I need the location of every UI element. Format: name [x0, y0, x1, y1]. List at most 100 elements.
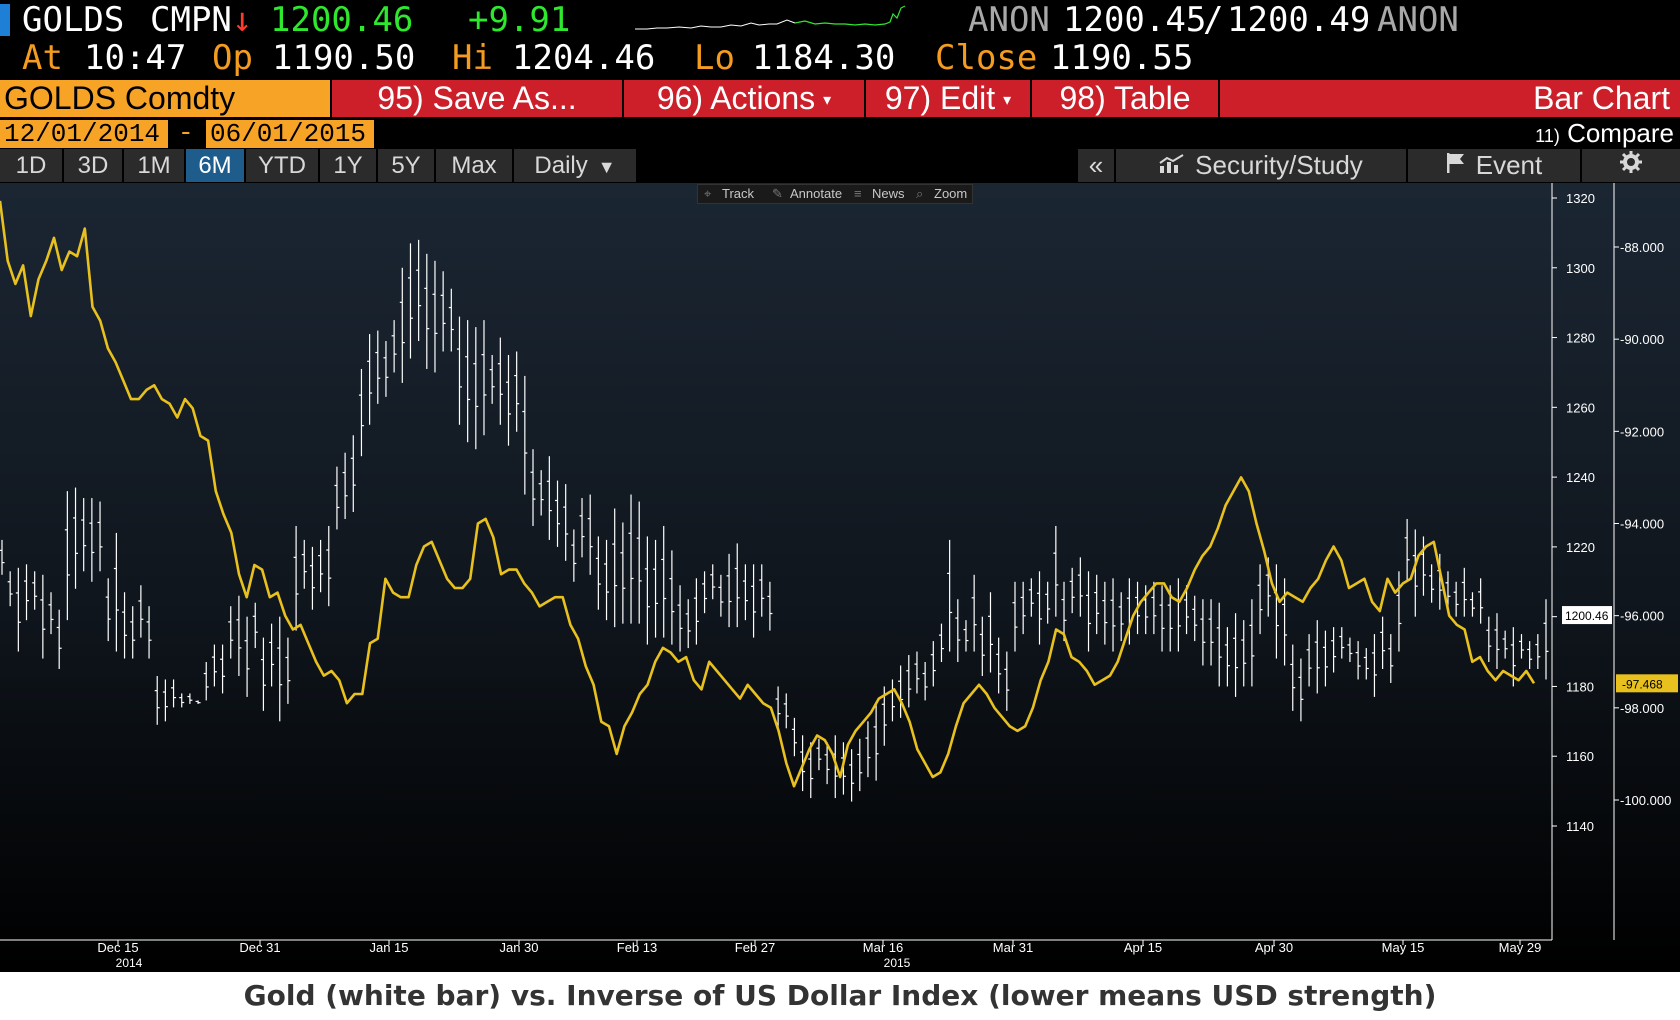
crosshair-icon: ⌖: [704, 186, 712, 201]
bid-price: 1200.45: [1063, 0, 1207, 40]
security-study-label: Security/Study: [1195, 150, 1363, 180]
gold-axis-label: 1140: [1566, 819, 1594, 834]
usd-axis-label: -88.000: [1620, 240, 1664, 255]
table-button[interactable]: 98) Table: [1032, 80, 1218, 117]
close-label: Close: [935, 38, 1038, 78]
chart-caption: Gold (white bar) vs. Inverse of US Dolla…: [0, 972, 1680, 1020]
period-6m[interactable]: 6M: [186, 149, 244, 182]
time-axis-label: May 29: [1499, 940, 1542, 955]
period-1m[interactable]: 1M: [124, 149, 184, 182]
net-change: +9.91: [468, 0, 571, 40]
period-3d[interactable]: 3D: [64, 149, 122, 182]
start-date-field[interactable]: 12/01/2014: [0, 120, 168, 148]
end-date-field[interactable]: 06/01/2015: [206, 120, 374, 148]
collapse-button[interactable]: «: [1078, 149, 1114, 182]
track-button[interactable]: Track: [722, 185, 754, 203]
save-as-button[interactable]: 95) Save As...: [332, 80, 622, 117]
ticker-symbol[interactable]: GOLDS: [22, 0, 124, 40]
date-range-row: 12/01/2014 - 06/01/2015 11) Compare: [0, 118, 1680, 148]
bar-chart-plot[interactable]: 1320130012801260124012201200118011601140…: [0, 183, 1680, 970]
compare-number: 11): [1535, 126, 1560, 146]
news-icon: ≡: [854, 186, 862, 201]
pencil-icon: ✎: [772, 186, 783, 201]
news-button[interactable]: News: [872, 185, 905, 203]
chart-type-title: Bar Chart: [1533, 80, 1670, 116]
security-study-button[interactable]: Security/Study: [1116, 149, 1406, 182]
quote-row-primary: GOLDS CMPN ↓ 1200.46 +9.91 ANON 1200.45 …: [0, 0, 1680, 40]
time-axis-label: Jan 15: [369, 940, 408, 955]
usd-axis-label: -98.000: [1620, 701, 1664, 716]
year-label: 2014: [116, 956, 143, 970]
frequency-dropdown[interactable]: Daily ▼: [514, 149, 636, 182]
chart-mini-toolbar: ⌖ Track ✎ Annotate ≡ News ⌕ Zoom: [697, 184, 973, 204]
divider: [1218, 80, 1220, 117]
table-label: 98) Table: [1059, 80, 1191, 116]
usd-last-marker-label: -97.468: [1622, 677, 1663, 691]
period-max[interactable]: Max: [436, 149, 512, 182]
settings-button[interactable]: [1582, 149, 1680, 182]
time-axis-label: Jan 30: [499, 940, 538, 955]
chevron-down-icon: ▾: [823, 92, 832, 110]
open-price: 1190.50: [272, 38, 416, 78]
compare-button[interactable]: 11) Compare: [1535, 118, 1674, 151]
zoom-button[interactable]: Zoom: [934, 185, 967, 203]
last-price: 1200.46: [270, 0, 414, 40]
compare-label: Compare: [1567, 118, 1674, 148]
security-input[interactable]: GOLDS Comdty: [0, 80, 330, 117]
time-axis-label: Feb 13: [617, 940, 657, 955]
actions-label: 96) Actions: [656, 80, 816, 116]
save-as-label: 95) Save As...: [377, 80, 577, 116]
time-label: At: [22, 38, 63, 78]
period-1y[interactable]: 1Y: [320, 149, 376, 182]
annotate-button[interactable]: Annotate: [790, 185, 842, 203]
edit-menu[interactable]: 97) Edit ▾: [866, 80, 1030, 117]
price-source: CMPN: [150, 0, 232, 40]
time-axis-label: Dec 31: [239, 940, 280, 955]
intraday-sparkline: [635, 5, 906, 30]
security-flag: [0, 4, 10, 36]
last-price-marker-label: 1200.46: [1565, 609, 1609, 623]
usd-axis-label: -92.000: [1620, 424, 1664, 439]
usd-axis-label: -90.000: [1620, 332, 1664, 347]
usd-inverse-line: [0, 200, 1536, 788]
ask-source: ANON: [1377, 0, 1459, 40]
year-label: 2015: [884, 956, 911, 970]
usd-axis-label: -94.000: [1620, 517, 1664, 532]
command-bar: GOLDS Comdty 95) Save As... 96) Actions ▾…: [0, 80, 1680, 117]
time-axis-label: May 15: [1382, 940, 1425, 955]
flag-icon: [1446, 150, 1466, 183]
usd-axis-label: -100.000: [1620, 793, 1671, 808]
usd-inverse-line-layer: [0, 200, 1536, 788]
gold-axis-label: 1280: [1566, 331, 1595, 346]
gold-axis-label: 1240: [1566, 470, 1595, 485]
close-price: 1190.55: [1050, 38, 1194, 78]
low-label: Lo: [694, 38, 735, 78]
zoom-icon: ⌕: [916, 186, 924, 201]
time-axis-label: Mar 16: [863, 940, 903, 955]
chevron-down-icon: ▼: [597, 157, 616, 177]
quote-time: 10:47: [84, 38, 187, 78]
event-label: Event: [1475, 150, 1543, 180]
gear-icon: [1619, 150, 1643, 180]
ask-price: 1200.49: [1227, 0, 1371, 40]
period-ytd[interactable]: YTD: [246, 149, 318, 182]
chevron-down-icon: ▾: [1003, 92, 1012, 110]
actions-menu[interactable]: 96) Actions ▾: [624, 80, 864, 117]
time-axis-label: Apr 30: [1255, 940, 1293, 955]
period-1d[interactable]: 1D: [0, 149, 62, 182]
time-axis-label: Apr 15: [1124, 940, 1162, 955]
gold-axis-label: 1220: [1566, 540, 1595, 555]
period-toolbar: 1D 3D 1M 6M YTD 1Y 5Y Max Daily ▼ « Secur…: [0, 149, 1680, 182]
bid-source: ANON: [968, 0, 1050, 40]
gold-axis-label: 1260: [1566, 400, 1595, 415]
down-arrow-icon: ↓: [232, 0, 253, 40]
frequency-label: Daily: [534, 152, 588, 179]
event-button[interactable]: Event: [1408, 149, 1580, 182]
period-5y[interactable]: 5Y: [378, 149, 434, 182]
chart-area[interactable]: 1320130012801260124012201200118011601140…: [0, 183, 1680, 970]
bid-ask-separator: /: [1203, 0, 1224, 40]
gold-axis-label: 1320: [1566, 191, 1595, 206]
chart-study-icon: [1159, 150, 1185, 183]
high-label: Hi: [452, 38, 493, 78]
gold-axis-label: 1300: [1566, 261, 1595, 276]
